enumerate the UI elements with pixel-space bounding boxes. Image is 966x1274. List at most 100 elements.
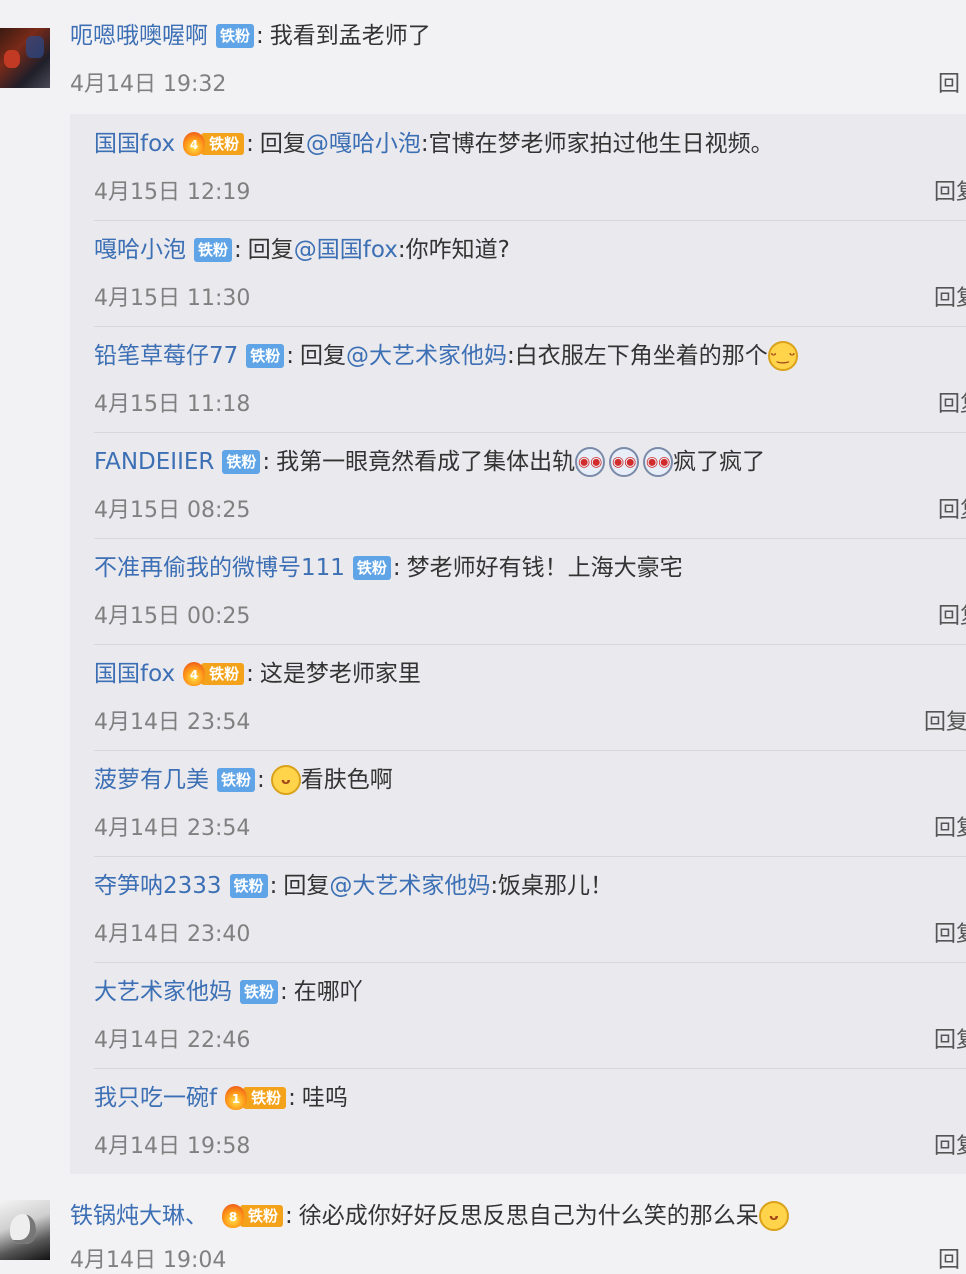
reply-time: 4月15日 08:25 [94, 498, 251, 523]
reply-text: :饭桌那儿！ [490, 873, 614, 899]
reply-button[interactable]: 回复 [934, 174, 966, 206]
reply-button[interactable]: 回复 [924, 704, 966, 736]
reply-body: 铅笔草莓仔77 铁粉 : 回复 @大艺术家他妈 :白衣服左下角坐着的那个 ᵕ‿ᵕ [94, 340, 798, 372]
reply-text: 梦老师好有钱！上海大豪宅 [406, 555, 683, 581]
fan-badge[interactable]: 4 铁粉 [183, 131, 245, 157]
reply-username[interactable]: 我只吃一碗f [94, 1082, 217, 1114]
reply-button[interactable]: 回复 [934, 280, 966, 312]
reply-time: 4月15日 11:30 [94, 286, 251, 311]
reply-body: 国国fox 4 铁粉 : 这是梦老师家里 [94, 658, 421, 690]
reply-button[interactable]: 回复 [938, 492, 966, 524]
fan-badge[interactable]: 铁粉 [222, 450, 261, 474]
reply-time: 4月14日 23:54 [94, 710, 251, 735]
reply-button[interactable]: 回复 [934, 1022, 966, 1054]
reply-text: 这是梦老师家里 [259, 661, 421, 687]
fire-level-icon: 4 [183, 662, 206, 686]
shocked-emoji-icon: ◉◉ [643, 447, 674, 477]
smirk-emoji-icon: ᵕ‿ᵕ [767, 341, 798, 371]
reply-body: FANDEIIER 铁粉 : 我第一眼竟然看成了集体出轨 ◉◉ ◉◉ ◉◉ 疯了… [94, 446, 765, 478]
reply-button[interactable]: 回复 [934, 916, 966, 948]
fan-badge[interactable]: 8 铁粉 [222, 1203, 284, 1229]
reply-button[interactable]: 回复 [938, 598, 966, 630]
reply-item: 嘎哈小泡 铁粉 : 回复 @国国fox :你咋知道? 4月15日 11:30 回… [94, 220, 966, 327]
reply-button[interactable]: 回 [938, 66, 960, 98]
reply-body: 不准再偷我的微博号111 铁粉 : 梦老师好有钱！上海大豪宅 [94, 552, 683, 584]
reply-time: 4月14日 22:46 [94, 1028, 251, 1053]
fan-badge[interactable]: 铁粉 [240, 980, 279, 1004]
fan-badge[interactable]: 4 铁粉 [183, 661, 245, 687]
reply-username[interactable]: 国国fox [94, 128, 175, 160]
reply-text: 看肤色啊 [300, 767, 393, 793]
fire-level-icon: 1 [225, 1086, 248, 1110]
reply-item: 我只吃一碗f 1铁粉 : 哇呜 4月14日 19:58 回复 [94, 1068, 966, 1174]
reply-text: 我第一眼竟然看成了集体出轨 [276, 449, 576, 475]
reply-text: :官博在梦老师家拍过他生日视频。 [420, 131, 774, 157]
comment-body: 呃嗯哦噢喔啊 铁粉 : 我看到孟老师了 [70, 20, 431, 52]
reply-username[interactable]: 菠萝有几美 [94, 764, 209, 796]
reply-body: 大艺术家他妈 铁粉 : 在哪吖 [94, 976, 363, 1008]
mention-link[interactable]: @大艺术家他妈 [329, 870, 490, 902]
reply-item: 国国fox 4 铁粉 : 这是梦老师家里 4月14日 23:54 回复 [94, 644, 966, 751]
fan-badge[interactable]: 铁粉 [217, 768, 256, 792]
reply-time: 4月15日 00:25 [94, 604, 251, 629]
reply-username[interactable]: 国国fox [94, 658, 175, 690]
comment-username[interactable]: 铁锅炖大琳、 [70, 1200, 208, 1232]
reply-item: 菠萝有几美 铁粉 : ᴗ 看肤色啊 4月14日 23:54 回复 [94, 750, 966, 857]
reply-item: FANDEIIER 铁粉 : 我第一眼竟然看成了集体出轨 ◉◉ ◉◉ ◉◉ 疯了… [94, 432, 966, 539]
avatar[interactable] [0, 28, 50, 88]
reply-time: 4月15日 12:19 [94, 180, 251, 205]
reply-body: 夺笋呐2333 铁粉 : 回复 @大艺术家他妈 :饭桌那儿！ [94, 870, 613, 902]
fire-level-icon: 4 [183, 132, 206, 156]
reply-item: 夺笋呐2333 铁粉 : 回复 @大艺术家他妈 :饭桌那儿！ 4月14日 23:… [94, 856, 966, 963]
fan-badge[interactable]: 铁粉 [352, 556, 391, 580]
reply-item: 国国fox 4 铁粉 : 回复 @嘎哈小泡 :官博在梦老师家拍过他生日视频。 4月… [94, 114, 966, 221]
cat-emoji-icon: ᴗ [758, 1201, 789, 1231]
reply-button[interactable]: 回复 [934, 1128, 966, 1160]
reply-body: 嘎哈小泡 铁粉 : 回复 @国国fox :你咋知道? [94, 234, 510, 266]
mention-link[interactable]: @大艺术家他妈 [346, 340, 507, 372]
fan-badge[interactable]: 铁粉 [216, 24, 255, 48]
mention-link[interactable]: @嘎哈小泡 [306, 128, 421, 160]
reply-username[interactable]: 不准再偷我的微博号111 [94, 552, 345, 584]
shocked-emoji-icon: ◉◉ [575, 447, 606, 477]
reply-username[interactable]: 嘎哈小泡 [94, 234, 186, 266]
reply-text: 在哪吖 [293, 979, 363, 1005]
comment-text: 我看到孟老师了 [269, 23, 431, 49]
comment-text: 徐必成你好好反思反思自己为什么笑的那么呆 [298, 1203, 759, 1229]
reply-body: 菠萝有几美 铁粉 : ᴗ 看肤色啊 [94, 764, 393, 796]
reply-time: 4月15日 11:18 [94, 392, 251, 417]
comment: 铁锅炖大琳、 8 铁粉 : 徐必成你好好反思反思自己为什么笑的那么呆 ᴗ 4月14… [70, 1190, 966, 1273]
mention-link[interactable]: @国国fox [294, 234, 398, 266]
reply-item: 铅笔草莓仔77 铁粉 : 回复 @大艺术家他妈 :白衣服左下角坐着的那个 ᵕ‿ᵕ… [94, 326, 966, 433]
reply-username[interactable]: 大艺术家他妈 [94, 976, 232, 1008]
fan-badge[interactable]: 铁粉 [229, 874, 268, 898]
reply-username[interactable]: 夺笋呐2333 [94, 870, 222, 902]
reply-text: :你咋知道? [397, 237, 510, 263]
reply-body: 我只吃一碗f 1 铁粉 : 哇呜 [94, 1082, 348, 1114]
fire-level-icon: 8 [222, 1204, 244, 1228]
reply-time: 4月14日 19:58 [94, 1134, 251, 1159]
reply-text: :白衣服左下角坐着的那个 [507, 343, 768, 369]
comment: 呃嗯哦噢喔啊 铁粉 : 我看到孟老师了 4月14日 19:32 回 [70, 0, 966, 108]
reply-text-after: 疯了疯了 [673, 449, 766, 475]
reply-button[interactable]: 回复 [938, 386, 966, 418]
reply-body: 国国fox 4 铁粉 : 回复 @嘎哈小泡 :官博在梦老师家拍过他生日视频。 [94, 128, 774, 160]
reply-time: 4月14日 23:54 [94, 816, 251, 841]
reply-time: 4月14日 23:40 [94, 922, 251, 947]
comment-body: 铁锅炖大琳、 8 铁粉 : 徐必成你好好反思反思自己为什么笑的那么呆 ᴗ [70, 1200, 789, 1232]
cat-emoji-icon: ᴗ [270, 765, 301, 795]
fan-badge[interactable]: 铁粉 [246, 344, 285, 368]
reply-button[interactable]: 回复 [934, 810, 966, 842]
shocked-emoji-icon: ◉◉ [609, 447, 640, 477]
reply-item: 大艺术家他妈 铁粉 : 在哪吖 4月14日 22:46 回复 [94, 962, 966, 1069]
fan-badge[interactable]: 1 铁粉 [225, 1085, 287, 1111]
reply-button[interactable]: 回 [938, 1242, 960, 1274]
replies-panel: 国国fox 4 铁粉 : 回复 @嘎哈小泡 :官博在梦老师家拍过他生日视频。 4月… [70, 114, 966, 1174]
reply-username[interactable]: FANDEIIER [94, 446, 214, 478]
comment-username[interactable]: 呃嗯哦噢喔啊 [70, 20, 208, 52]
fan-badge[interactable]: 铁粉 [194, 238, 233, 262]
reply-username[interactable]: 铅笔草莓仔77 [94, 340, 238, 372]
avatar[interactable] [0, 1200, 50, 1260]
comment-time: 4月14日 19:32 [70, 72, 227, 97]
reply-item: 不准再偷我的微博号111 铁粉 : 梦老师好有钱！上海大豪宅 4月15日 00:… [94, 538, 966, 645]
